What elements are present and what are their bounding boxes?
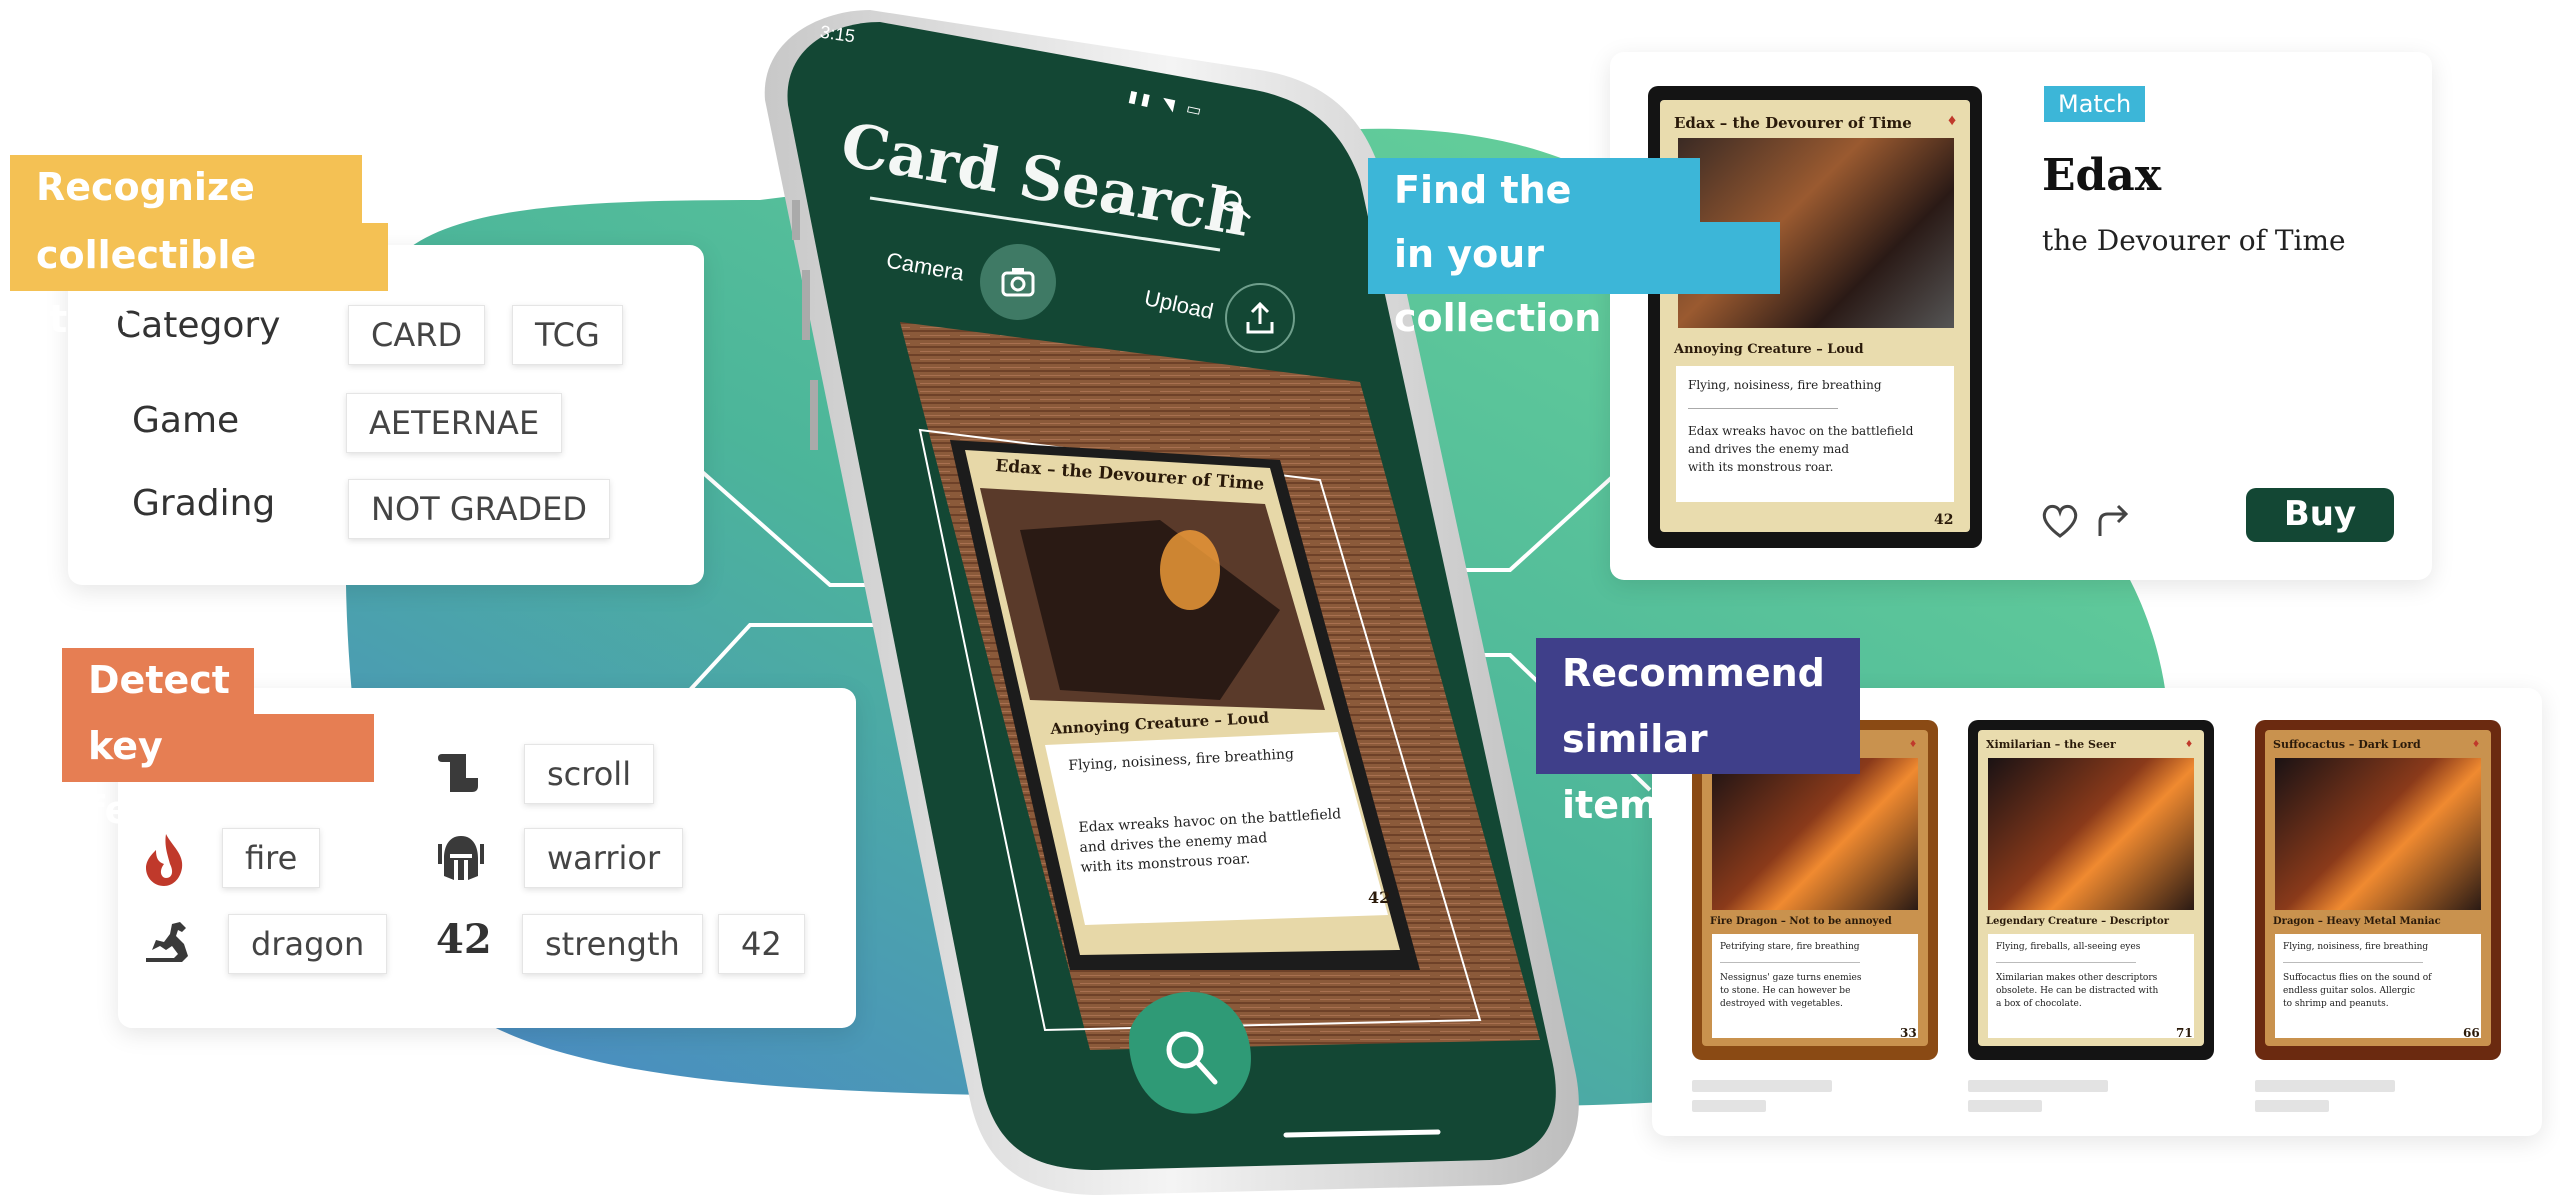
field-label-grading: Grading <box>132 483 276 524</box>
skeleton-title <box>1968 1080 2108 1092</box>
buy-button[interactable]: Buy <box>2246 488 2394 542</box>
chip-feature-strength[interactable]: strength <box>522 914 703 974</box>
match-subtitle: the Devourer of Time <box>2042 224 2346 257</box>
skeleton-subtitle <box>2255 1100 2329 1112</box>
skeleton-subtitle <box>1692 1100 1766 1112</box>
recommendation-card[interactable]: Suffocactus – Dark Lord ♦ Dragon – Heavy… <box>2255 720 2501 1060</box>
wifi-icon: ◥ <box>1160 95 1180 116</box>
chip-feature-scroll[interactable]: scroll <box>524 744 655 804</box>
detect-label-line1: Detect <box>88 658 230 702</box>
rec-card-name: Ximilarian – the Seer <box>1986 738 2116 751</box>
recognize-label-line2: collectible item <box>36 233 257 341</box>
chip-category-tcg[interactable]: TCG <box>512 305 623 365</box>
rec-card-type: Legendary Creature – Descriptor <box>1986 916 2169 927</box>
recommendation-card[interactable]: Ximilarian – the Seer ♦ Legendary Creatu… <box>1968 720 2214 1060</box>
rec-card-flavor: Ximilarian makes other descriptors obsol… <box>1996 973 2159 1009</box>
warrior-helmet-icon <box>438 836 484 880</box>
rec-card-strength: 71 <box>2176 1026 2193 1040</box>
recommend-label-line1: Recommend <box>1562 651 1825 695</box>
camera-icon[interactable] <box>998 262 1038 302</box>
fire-icon: ♦ <box>2473 736 2480 750</box>
detect-label-line2: key features <box>88 724 269 832</box>
match-card-flavor: Edax wreaks havoc on the battlefield and… <box>1688 424 1914 474</box>
fire-icon: ♦ <box>2186 736 2193 750</box>
rec-card-flavor: Nessignus' gaze turns enemies to stone. … <box>1720 973 1862 1009</box>
scroll-icon <box>438 754 478 792</box>
skeleton-subtitle <box>1968 1100 2042 1112</box>
rec-card-name: Suffocactus – Dark Lord <box>2273 738 2421 751</box>
chip-feature-dragon[interactable]: dragon <box>228 914 388 974</box>
match-card-name: Edax – the Devourer of Time <box>1674 114 1912 132</box>
rec-card-abilities: Flying, noisiness, fire breathing <box>2283 942 2429 952</box>
share-icon[interactable] <box>2094 502 2134 540</box>
rec-card-abilities: Flying, fireballs, all-seeing eyes <box>1996 942 2141 952</box>
match-card-abilities: Flying, noisiness, fire breathing <box>1688 378 1882 392</box>
recommend-label: Recommend similar items <box>1536 638 1860 827</box>
chip-game[interactable]: AETERNAE <box>346 393 563 453</box>
dragon-icon <box>146 922 188 962</box>
rec-card-type: Dragon – Heavy Metal Maniac <box>2273 916 2441 927</box>
rec-card-art <box>2275 758 2481 910</box>
rec-card-abilities: Petrifying stare, fire breathing <box>1720 942 1860 952</box>
field-label-game: Game <box>132 400 240 441</box>
phone-card-strength: 42 <box>1368 888 1391 907</box>
upload-icon[interactable] <box>1242 300 1278 336</box>
strength-number-icon: 42 <box>436 916 492 963</box>
rec-card-strength: 33 <box>1900 1026 1917 1040</box>
match-card-strength: 42 <box>1934 512 1954 528</box>
scan-search-button[interactable] <box>1158 1036 1218 1096</box>
canvas: Category CARD TCG Game AETERNAE Grading … <box>0 0 2560 1200</box>
rec-card-flavor: Suffocactus flies on the sound of endles… <box>2283 973 2432 1009</box>
battery-icon: ▭ <box>1184 100 1207 121</box>
rec-card-type: Fire Dragon – Not to be annoyed <box>1710 916 1892 927</box>
search-icon[interactable] <box>1216 186 1256 226</box>
heart-icon[interactable] <box>2040 502 2080 540</box>
chip-feature-warrior[interactable]: warrior <box>524 828 684 888</box>
rec-card-art <box>1988 758 2194 910</box>
fire-icon: ♦ <box>1910 736 1917 750</box>
find-label-line2: in your collection <box>1394 232 1602 340</box>
match-title: Edax <box>2042 150 2162 201</box>
rec-card-strength: 66 <box>2463 1026 2480 1040</box>
signal-icon: ▮▮ <box>1126 88 1156 111</box>
chip-grading[interactable]: NOT GRADED <box>348 479 610 539</box>
recommend-label-line2: similar items <box>1562 717 1708 827</box>
fire-icon: ♦ <box>1948 112 1957 129</box>
match-badge: Match <box>2044 86 2146 122</box>
skeleton-title <box>2255 1080 2395 1092</box>
skeleton-title <box>1692 1080 1832 1092</box>
